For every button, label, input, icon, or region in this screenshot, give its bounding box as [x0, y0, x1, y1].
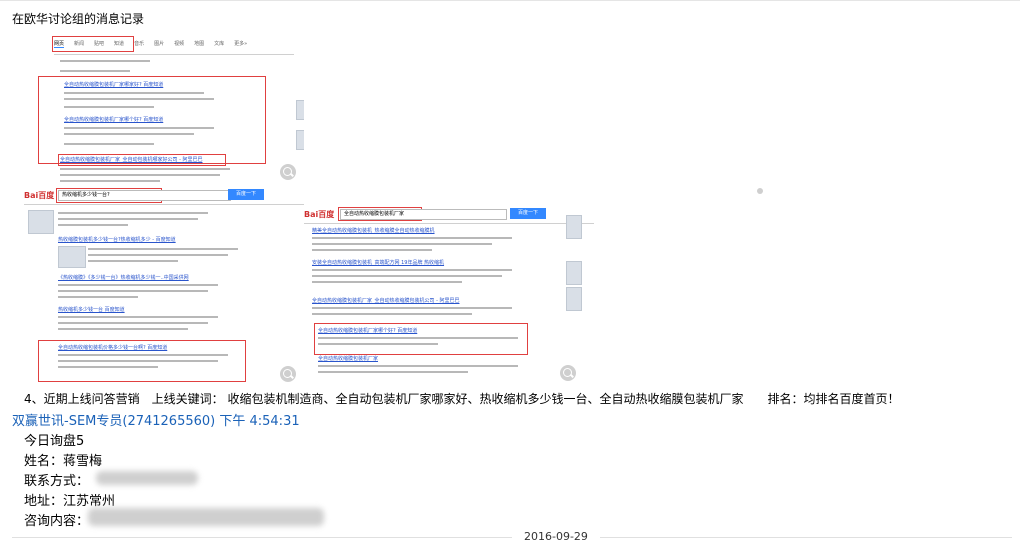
page-title: 在欧华讨论组的消息记录: [12, 12, 145, 26]
result-snippet: [58, 354, 228, 356]
result-snippet: [88, 260, 178, 262]
result-snippet: [60, 180, 160, 182]
campaign-description: 4、近期上线问答营销 上线关键词： 收缩包装机制造商、全自动包装机厂家哪家好、热…: [24, 392, 900, 406]
loading-dot: [757, 188, 763, 194]
result-snippet: [312, 275, 502, 277]
top-divider: [0, 0, 1020, 1]
result-link[interactable]: 热收缩机多少钱一台 百度知道: [58, 306, 125, 313]
result-snippet: [64, 143, 154, 145]
search-button[interactable]: 百度一下: [228, 189, 264, 200]
divider: [24, 204, 304, 205]
result-thumbnail: [28, 210, 54, 234]
tab-images[interactable]: 图片: [154, 40, 164, 48]
result-link[interactable]: 全自动热收缩膜包装机厂家_全自动热收缩膜包装机公司 - 阿里巴巴: [312, 297, 460, 304]
date-divider-left: [12, 537, 512, 538]
tab-video[interactable]: 视频: [174, 40, 184, 48]
search-input[interactable]: 热收缩机多少钱一台?: [58, 190, 231, 201]
result-snippet: [60, 60, 150, 62]
side-thumb: [566, 261, 582, 285]
result-snippet: [58, 224, 128, 226]
search-tabs: 网页 新闻 贴吧 知道 音乐 图片 视频 地图 文库 更多»: [54, 40, 247, 48]
result-snippet: [58, 284, 218, 286]
result-snippet: [318, 371, 468, 373]
tab-music[interactable]: 音乐: [134, 40, 144, 48]
result-snippet: [64, 127, 214, 129]
result-snippet: [58, 316, 218, 318]
result-snippet: [58, 366, 158, 368]
result-snippet: [58, 212, 208, 214]
result-snippet: [312, 269, 512, 271]
result-snippet: [64, 98, 214, 100]
search-button[interactable]: 百度一下: [510, 208, 546, 219]
redacted-contact: [96, 471, 198, 485]
tab-more[interactable]: 更多»: [234, 40, 247, 48]
tab-wenku[interactable]: 文库: [214, 40, 224, 48]
divider: [304, 223, 594, 224]
screenshot-right[interactable]: Bai百度 全自动热收缩膜包装机厂家 百度一下 精美全自动热收缩膜包装机_热收缩…: [304, 65, 594, 387]
message-sender[interactable]: 双赢世讯-SEM专员(2741265560) 下午 4:54:31: [12, 410, 300, 429]
search-input[interactable]: 全自动热收缩膜包装机厂家: [340, 209, 507, 220]
zoom-in-icon[interactable]: [560, 365, 576, 381]
result-snippet: [312, 243, 492, 245]
result-link[interactable]: 安装全自动热收缩膜包装机_高端配方网 19年品牌 热收缩机: [312, 259, 444, 266]
divider: [54, 54, 294, 55]
result-snippet: [60, 70, 130, 72]
result-link[interactable]: 全自动热收缩膜包装机厂家哪个好? 百度知道: [318, 327, 417, 334]
baidu-logo-icon: Bai百度: [24, 191, 55, 200]
result-snippet: [58, 360, 218, 362]
result-snippet: [58, 328, 188, 330]
result-snippet: [312, 237, 512, 239]
result-link[interactable]: 热收缩膜包装机多少钱一台?热收缩机多少 - 百度知道: [58, 236, 176, 243]
result-link[interactable]: 全自动热收缩膜包装机厂家哪家好? 百度知道: [64, 81, 163, 88]
result-snippet: [318, 343, 438, 345]
screenshot-top[interactable]: 网页 新闻 贴吧 知道 音乐 图片 视频 地图 文库 更多» 全自动热收缩膜包装…: [24, 30, 304, 210]
tab-web[interactable]: 网页: [54, 40, 65, 48]
result-snippet: [318, 365, 518, 367]
date-separator: 2016-09-29: [524, 530, 588, 543]
inquiry-label: 咨询内容：: [24, 514, 90, 529]
zoom-in-icon[interactable]: [280, 164, 296, 180]
result-link[interactable]: 全自动热收缩膜包装机厂家_全自动包装机哪家好公司 - 阿里巴巴: [60, 156, 203, 163]
result-link[interactable]: 全自动热收缩包装机价格多少钱一台啊? 百度知道: [58, 344, 167, 351]
tab-news[interactable]: 新闻: [74, 40, 84, 48]
result-snippet: [312, 313, 472, 315]
result-link[interactable]: 《热收缩膜》《多少钱一台》热收缩机多少钱一..中国采供网: [58, 274, 189, 281]
contact-label: 联系方式：: [24, 474, 90, 489]
zoom-in-icon[interactable]: [280, 366, 296, 382]
date-divider-right: [600, 537, 1012, 538]
baidu-logo-icon: Bai百度: [304, 210, 335, 219]
result-snippet: [58, 322, 208, 324]
tab-map[interactable]: 地图: [194, 40, 204, 48]
tab-tieba[interactable]: 贴吧: [94, 40, 104, 48]
result-snippet: [58, 290, 208, 292]
side-thumb: [566, 215, 582, 239]
result-link[interactable]: 全自动热收缩膜包装机厂家哪个好? 百度知道: [64, 116, 163, 123]
result-snippet: [58, 218, 198, 220]
result-snippet: [60, 168, 230, 170]
customer-name: 姓名：蒋雪梅: [24, 454, 103, 469]
result-link[interactable]: 精美全自动热收缩膜包装机_热收缩膜全自动热收缩膜机: [312, 227, 435, 234]
result-snippet: [58, 296, 138, 298]
tab-zhidao[interactable]: 知道: [114, 40, 124, 48]
result-snippet: [64, 92, 204, 94]
result-snippet: [312, 281, 462, 283]
result-snippet: [64, 106, 154, 108]
result-thumbnail: [58, 246, 86, 268]
redacted-inquiry: [88, 508, 324, 526]
result-snippet: [88, 254, 228, 256]
result-snippet: [60, 174, 220, 176]
inquiry-count: 今日询盘5: [24, 434, 85, 449]
result-snippet: [318, 337, 518, 339]
result-snippet: [312, 249, 432, 251]
result-snippet: [88, 248, 238, 250]
customer-address: 地址：江苏常州: [24, 494, 116, 509]
result-snippet: [64, 133, 194, 135]
screenshot-left[interactable]: Bai百度 热收缩机多少钱一台? 百度一下 热收缩膜包装机多少钱一台?热收缩机多…: [24, 186, 304, 386]
side-thumb: [566, 287, 582, 311]
result-link[interactable]: 全自动热收缩膜包装机厂家: [318, 355, 378, 362]
result-snippet: [312, 307, 512, 309]
